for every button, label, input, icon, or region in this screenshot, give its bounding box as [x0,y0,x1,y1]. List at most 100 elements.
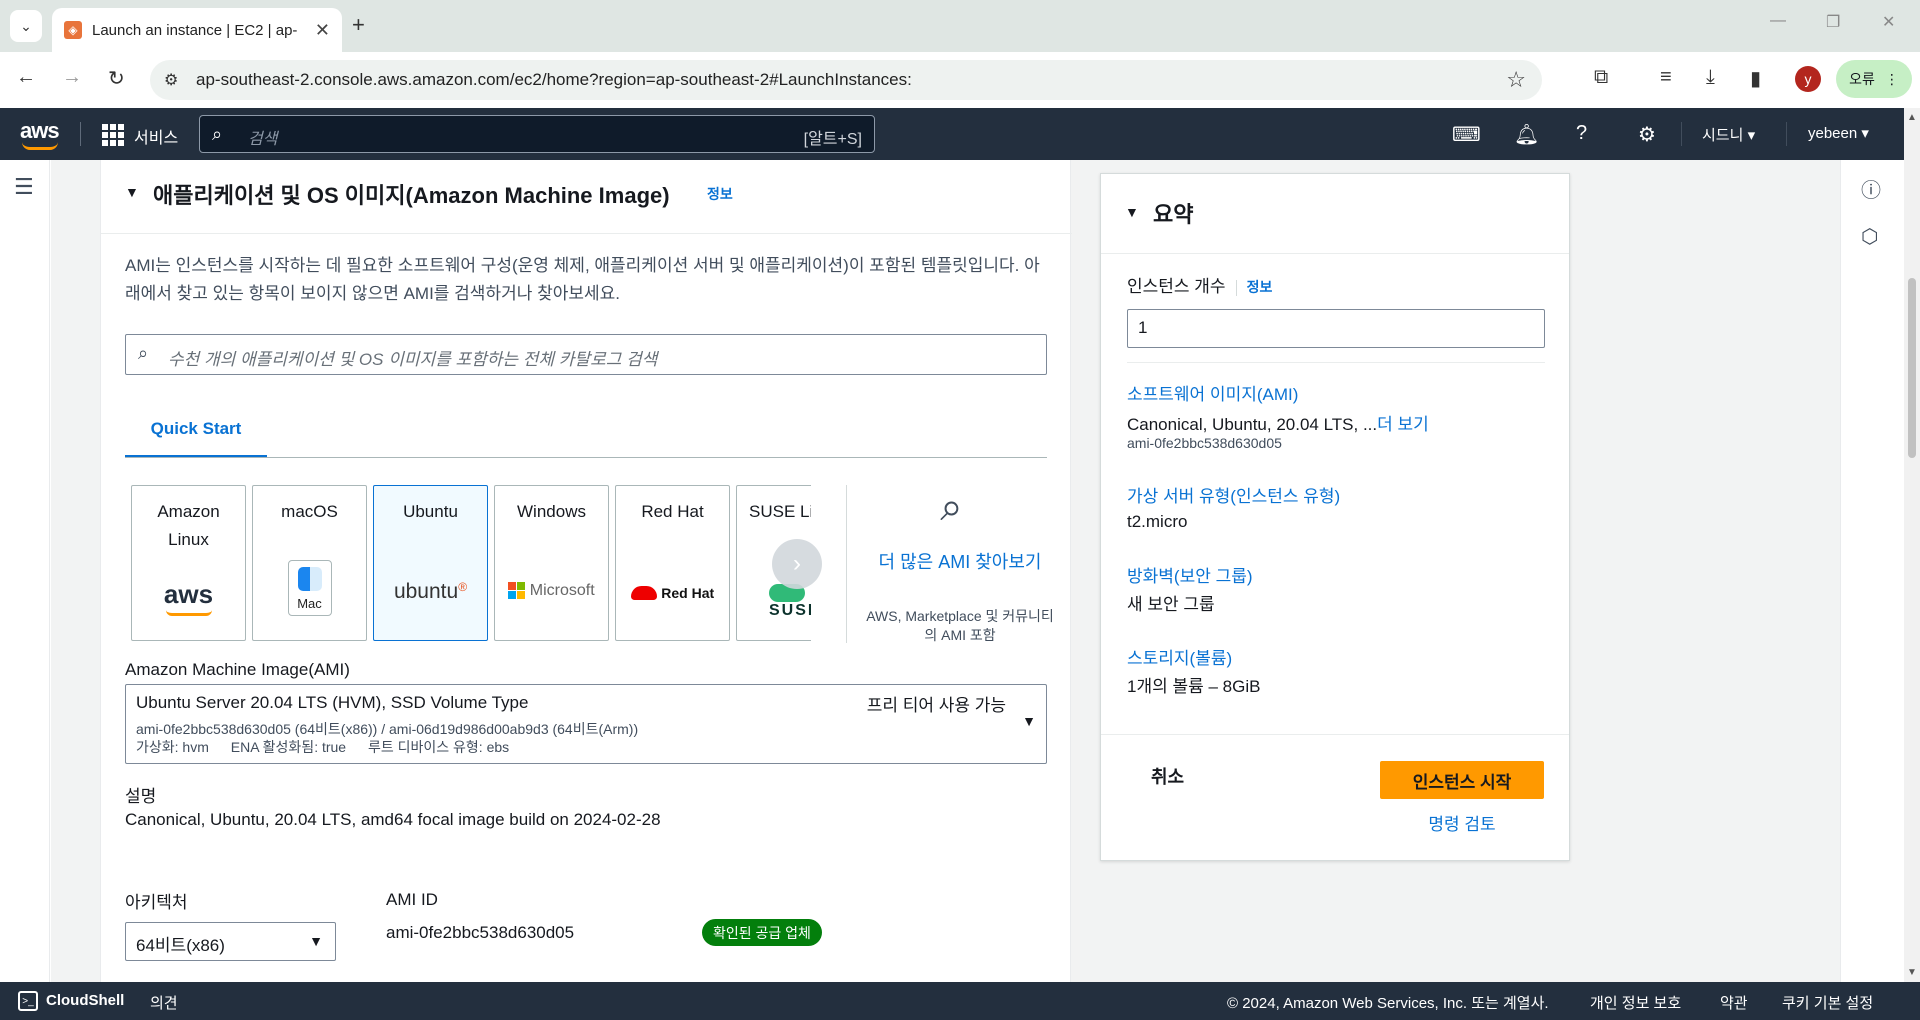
aws-logo[interactable]: aws [20,118,60,144]
address-bar[interactable]: ⚙ ap-southeast-2.console.aws.amazon.com/… [150,60,1542,100]
software-image-link[interactable]: 소프트웨어 이미지(AMI) [1127,380,1298,405]
os-option-amazon-linux[interactable]: Amazon Linux aws [131,485,246,641]
os-option-label: Ubuntu [403,502,458,521]
copyright-text: © 2024, Amazon Web Services, Inc. 또는 계열사… [1227,995,1549,1012]
os-option-macos[interactable]: macOS Mac [252,485,367,641]
cloudshell-icon[interactable]: >_ [18,991,38,1011]
browser-error-button[interactable]: 오류 ⋮ [1836,60,1912,98]
forward-icon[interactable]: → [62,66,82,89]
ami-ids: ami-0fe2bbc538d630d05 (64비트(x86)) / ami-… [136,721,639,737]
redhat-logo-icon: Red Hat [616,584,729,602]
services-menu[interactable]: 서비스 [134,124,178,148]
summary-title: 요약 [1153,202,1194,227]
scrollbar-thumb[interactable] [1908,278,1916,458]
help-icon[interactable]: ? [1576,122,1587,145]
ami-select-label: Amazon Machine Image(AMI) [125,660,350,679]
os-option-ubuntu[interactable]: Ubuntu ubuntu® [373,485,488,641]
info-icon[interactable]: ⓘ [1861,174,1881,203]
site-info-icon[interactable]: ⚙ [164,70,178,90]
ami-id-value: ami-0fe2bbc538d630d05 [386,923,575,942]
restore-icon[interactable]: ❐ [1826,12,1840,32]
extensions-icon[interactable]: ⧉ [1594,66,1608,89]
browser-toolbar: ← → ↻ ⚙ ap-southeast-2.console.aws.amazo… [0,52,1920,108]
aws-top-nav: aws 서비스 ⌕ 검색 [알트+S] ⌨ 🔔︎ ? ⚙ 시드니 ▾ yebee… [0,108,1904,160]
side-panel-icon[interactable]: ▮ [1750,66,1761,91]
media-control-icon[interactable]: ≡ [1660,66,1672,89]
ami-ena: ENA 활성화됨: true [230,739,347,755]
nav-divider [80,122,81,146]
caret-down-icon[interactable]: ▼ [1125,204,1139,220]
hamburger-menu-icon[interactable]: ☰ [14,174,34,200]
firewall-link[interactable]: 방화벽(보안 그룹) [1127,562,1253,587]
review-commands-link[interactable]: 명령 검토 [1380,810,1544,835]
tab-search-button[interactable]: ⌄ [10,10,42,42]
back-icon[interactable]: ← [16,66,36,89]
terms-link[interactable]: 약관 [1720,992,1748,1013]
scroll-down-icon[interactable]: ▼ [1907,967,1917,978]
account-menu[interactable]: yebeen ▾ [1808,124,1869,142]
region-selector[interactable]: 시드니 ▾ [1702,124,1755,145]
window-close-icon[interactable]: ✕ [1882,12,1895,32]
services-grid-icon[interactable] [102,124,124,146]
instance-type-link[interactable]: 가상 서버 유형(인스턴스 유형) [1127,482,1340,507]
software-image-value: Canonical, Ubuntu, 20.04 LTS, ...더 보기 [1127,415,1429,434]
browser-tab[interactable]: ◈ Launch an instance | EC2 | ap- ✕ [52,8,342,52]
cookie-preferences-link[interactable]: 쿠키 기본 설정 [1782,992,1873,1013]
bookmark-star-icon[interactable]: ☆ [1506,67,1526,93]
ami-section-header[interactable]: ▼ 애플리케이션 및 OS 이미지(Amazon Machine Image) … [101,160,1072,234]
search-icon: ⌕ [138,343,149,363]
suse-logo-icon: SUSE [737,584,811,620]
download-icon[interactable]: ⤓ [1706,66,1715,89]
instance-count-label: 인스턴스 개수 정보 [1127,277,1273,296]
ami-select-dropdown[interactable]: Ubuntu Server 20.04 LTS (HVM), SSD Volum… [125,684,1047,764]
console-footer: >_ CloudShell 의견 © 2024, Amazon Web Serv… [0,982,1920,1020]
notifications-bell-icon[interactable]: 🔔︎ [1514,122,1539,147]
os-option-windows[interactable]: Windows Microsoft [494,485,609,641]
browse-more-amis[interactable]: ⌕ 더 많은 AMI 찾아보기 AWS, Marketplace 및 커뮤니티의… [846,485,1056,643]
feedback-link[interactable]: 의견 [150,992,178,1013]
storage-link[interactable]: 스토리지(볼륨) [1127,644,1232,669]
more-ami-subtext: AWS, Marketplace 및 커뮤니티의 AMI 포함 [866,608,1054,643]
settings-gear-icon[interactable]: ⚙ [1638,122,1656,147]
summary-header[interactable]: ▼ 요약 [1101,174,1569,254]
os-option-label: macOS [281,502,338,521]
instance-count-input[interactable]: 1 [1127,309,1545,348]
microsoft-logo-icon: Microsoft [495,582,608,600]
ami-info-link[interactable]: 정보 [707,184,733,204]
new-tab-icon[interactable]: + [352,12,365,38]
ubuntu-logo-icon: ubuntu® [393,580,468,603]
launch-instance-button[interactable]: 인스턴스 시작 [1380,761,1544,799]
privacy-link[interactable]: 개인 정보 보호 [1590,992,1681,1013]
hexagon-icon[interactable]: ⬡ [1861,224,1878,249]
architecture-select[interactable]: 64비트(x86) ▼ [125,922,336,961]
caret-down-icon[interactable]: ▼ [125,184,139,200]
profile-avatar[interactable]: y [1795,66,1821,92]
cloudshell-link[interactable]: CloudShell [46,992,124,1009]
summary-actions: 취소 인스턴스 시작 명령 검토 [1101,734,1569,862]
software-image-id: ami-0fe2bbc538d630d05 [1127,435,1282,451]
cancel-button[interactable]: 취소 [1151,763,1184,789]
catalog-search-input[interactable]: ⌕ 수천 개의 애플리케이션 및 OS 이미지를 포함하는 전체 카탈로그 검색 [125,334,1047,375]
console-search-input[interactable]: ⌕ 검색 [알트+S] [199,115,875,153]
tab-quick-start[interactable]: Quick Start [125,402,267,458]
more-ami-link[interactable]: 더 많은 AMI 찾아보기 [865,549,1055,575]
minimize-icon[interactable]: — [1770,12,1786,30]
summary-divider [1127,362,1545,363]
mac-finder-icon: Mac [253,560,366,616]
chevron-right-icon[interactable]: › [772,539,822,589]
more-link[interactable]: 더 보기 [1377,415,1429,434]
ami-description: AMI는 인스턴스를 시작하는 데 필요한 소프트웨어 구성(운영 체제, 애플… [125,256,1040,303]
reload-icon[interactable]: ↻ [108,66,125,91]
nav-divider [1681,122,1682,146]
description-label: 설명 [125,787,157,806]
os-option-label: Amazon Linux [157,502,220,549]
scroll-up-icon[interactable]: ▲ [1907,112,1917,123]
cloudshell-icon[interactable]: ⌨ [1452,122,1481,147]
verified-provider-badge: 확인된 공급 업체 [702,919,822,946]
instance-count-info-link[interactable]: 정보 [1247,279,1273,295]
close-tab-icon[interactable]: ✕ [315,20,330,41]
search-icon: ⌕ [212,124,223,144]
os-option-red-hat[interactable]: Red Hat Red Hat [615,485,730,641]
aws-logo-smile [22,142,58,150]
page-scrollbar[interactable]: ▲ ▼ [1904,108,1920,982]
